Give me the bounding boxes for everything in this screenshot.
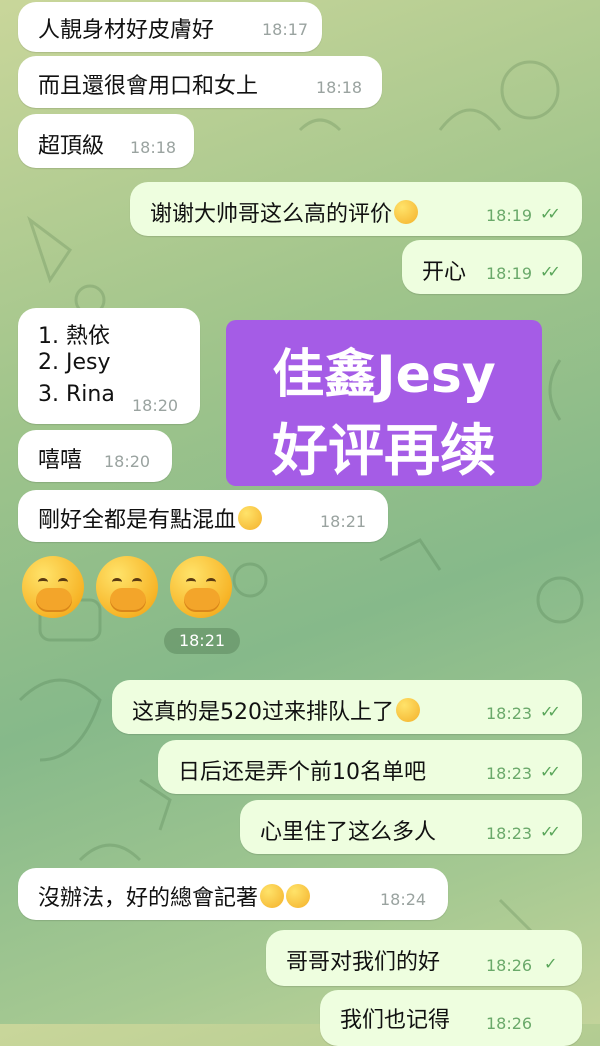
message-text: 谢谢大帅哥这么高的评价 (150, 196, 419, 228)
message-bubble-outgoing[interactable]: 我们也记得 18:26 (320, 990, 582, 1046)
list-line: 1. 熱依 (38, 324, 110, 349)
list-line: 3. Rina (38, 382, 115, 407)
message-bubble-incoming[interactable]: 1. 熱依 2. Jesy 3. Rina 18:20 (18, 308, 200, 424)
message-bubble-incoming[interactable]: 沒辦法，好的總會記著 18:24 (18, 868, 448, 920)
partying-face-emoji (394, 200, 419, 224)
message-time: 18:19 (486, 206, 533, 225)
message-text: 开心 (422, 260, 467, 285)
rolling-laughing-emoji (286, 884, 311, 908)
message-time: 18:20 (104, 452, 151, 471)
hand-over-mouth-emoji[interactable] (96, 556, 158, 618)
message-bubble-incoming[interactable]: 剛好全都是有點混血 18:21 (18, 490, 388, 542)
message-text: 我们也记得 (340, 1008, 451, 1033)
message-text: 人靚身材好皮膚好 (38, 18, 215, 43)
message-bubble-outgoing[interactable]: 这真的是520过来排队上了 18:23 ✓✓ (112, 680, 582, 734)
message-text: 而且還很會用口和女上 (38, 74, 259, 99)
grinning-squint-emoji (396, 698, 420, 722)
double-check-icon: ✓✓ (540, 762, 561, 781)
message-text: 哥哥对我们的好 (286, 950, 441, 975)
message-text: 超頂級 (38, 134, 105, 159)
message-bubble-incoming[interactable]: 人靚身材好皮膚好 18:17 (18, 2, 322, 52)
message-bubble-incoming[interactable]: 嘻嘻 18:20 (18, 430, 172, 482)
message-text: 这真的是520过来排队上了 (132, 694, 420, 726)
message-bubble-outgoing[interactable]: 日后还是弄个前10名单吧 18:23 ✓✓ (158, 740, 582, 794)
message-time: 18:23 (486, 704, 533, 723)
message-text: 沒辦法，好的總會記著 (38, 880, 311, 912)
hand-over-mouth-emoji[interactable] (170, 556, 232, 618)
message-time: 18:23 (486, 764, 533, 783)
message-time: 18:24 (380, 890, 427, 909)
message-text: 日后还是弄个前10名单吧 (178, 760, 426, 785)
tears-of-joy-emoji (238, 506, 263, 530)
hand-over-mouth-emoji[interactable] (22, 556, 84, 618)
message-bubble-outgoing[interactable]: 哥哥对我们的好 18:26 ✓ (266, 930, 582, 986)
message-bubble-outgoing[interactable]: 谢谢大帅哥这么高的评价 18:19 ✓✓ (130, 182, 582, 236)
double-check-icon: ✓✓ (540, 822, 561, 841)
message-bubble-outgoing[interactable]: 开心 18:19 ✓✓ (402, 240, 582, 294)
message-bubble-incoming[interactable]: 而且還很會用口和女上 18:18 (18, 56, 382, 108)
overlay-line-2: 好评再续 (272, 419, 496, 484)
double-check-icon: ✓✓ (540, 262, 561, 281)
double-check-icon: ✓✓ (540, 204, 561, 223)
message-bubble-outgoing[interactable]: 心里住了这么多人 18:23 ✓✓ (240, 800, 582, 854)
message-time: 18:19 (486, 264, 533, 283)
promo-overlay-banner: 佳鑫Jesy 好评再续 (226, 320, 542, 486)
message-text: 剛好全都是有點混血 (38, 502, 263, 534)
hand-over-mouth-emoji (260, 884, 285, 908)
message-time: 18:21 (320, 512, 367, 531)
overlay-line-1: 佳鑫Jesy (272, 345, 496, 405)
emoji-message-time: 18:21 (164, 628, 240, 654)
message-text: 心里住了这么多人 (260, 820, 437, 845)
single-check-icon: ✓ (544, 954, 558, 973)
message-time: 18:18 (316, 78, 363, 97)
double-check-icon: ✓✓ (540, 702, 561, 721)
message-time: 18:17 (262, 20, 309, 39)
message-bubble-incoming[interactable]: 超頂級 18:18 (18, 114, 194, 168)
message-text: 嘻嘻 (38, 448, 83, 473)
message-time: 18:18 (130, 138, 177, 157)
message-time: 18:20 (132, 396, 179, 415)
list-line: 2. Jesy (38, 350, 111, 375)
message-time: 18:23 (486, 824, 533, 843)
message-time: 18:26 (486, 956, 533, 975)
